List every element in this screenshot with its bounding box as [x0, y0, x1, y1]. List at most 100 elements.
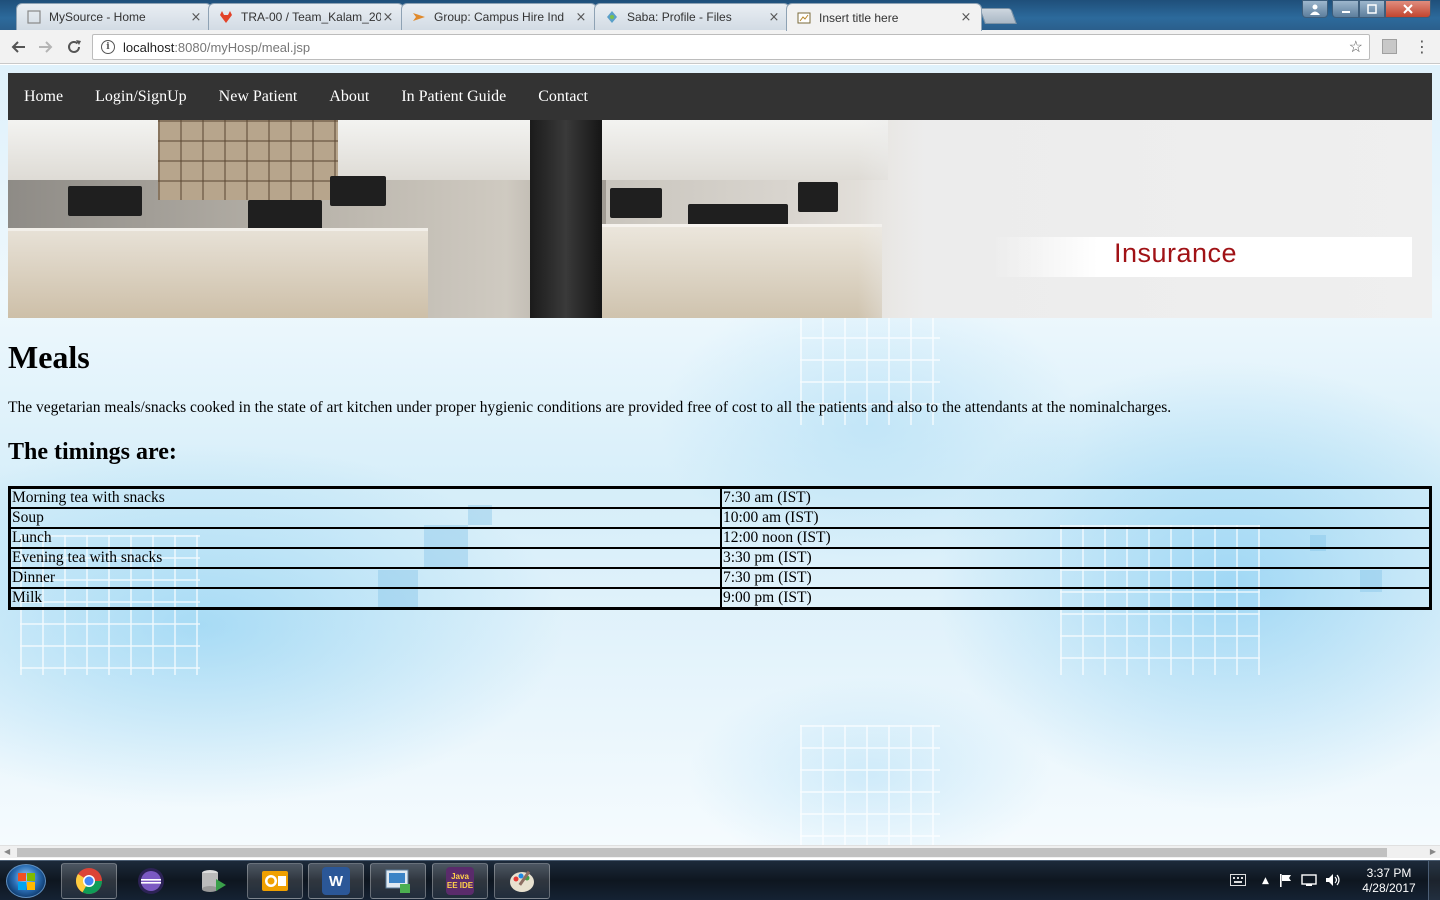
- meal-cell: Morning tea with snacks: [10, 488, 721, 508]
- tab-close-icon[interactable]: ×: [767, 10, 781, 25]
- keyboard-icon[interactable]: [1230, 873, 1246, 889]
- window-controls: [1302, 0, 1431, 18]
- time-cell: 10:00 am (IST): [721, 508, 1430, 528]
- scroll-left-icon[interactable]: ◀: [4, 847, 10, 856]
- reload-icon[interactable]: [64, 37, 84, 57]
- start-button[interactable]: [6, 864, 46, 898]
- browser-tab-strip: MySource - Home × TRA-00 / Team_Kalam_20…: [0, 0, 1440, 31]
- nav-link-new-patient[interactable]: New Patient: [203, 73, 314, 120]
- time-cell: 7:30 pm (IST): [721, 568, 1430, 588]
- clock-date: 4/28/2017: [1362, 881, 1416, 895]
- top-navigation-bar: Home Login/SignUp New Patient About In P…: [8, 73, 1432, 120]
- banner-fade: [858, 120, 1432, 318]
- url-path: :8080/myHosp/meal.jsp: [174, 39, 311, 55]
- show-hidden-icons-icon[interactable]: ▲: [1262, 876, 1269, 886]
- table-row: Soup 10:00 am (IST): [10, 508, 1430, 528]
- browser-tab[interactable]: Group: Campus Hire Ind ×: [401, 3, 597, 30]
- maximize-button[interactable]: [1359, 0, 1385, 18]
- table-row: Evening tea with snacks 3:30 pm (IST): [10, 548, 1430, 568]
- chrome-menu-icon[interactable]: ⋮: [1414, 37, 1430, 56]
- gitlab-favicon-icon: [219, 10, 233, 24]
- info-icon[interactable]: i: [101, 40, 115, 54]
- banner-monitor: [248, 200, 322, 230]
- meals-description: The vegetarian meals/snacks cooked in th…: [8, 399, 1172, 416]
- tab-close-icon[interactable]: ×: [381, 10, 395, 25]
- banner-monitor: [330, 176, 386, 206]
- background-grid-decoration: [800, 725, 940, 845]
- chrome-icon[interactable]: [61, 863, 117, 899]
- network-icon[interactable]: [1301, 873, 1317, 890]
- campus-favicon-icon: [412, 10, 426, 24]
- table-row: Lunch 12:00 noon (IST): [10, 528, 1430, 548]
- close-window-button[interactable]: [1385, 0, 1431, 18]
- tab-title: Insert title here: [819, 10, 899, 25]
- extension-icon[interactable]: [1382, 39, 1397, 54]
- page-favicon-icon: [797, 11, 811, 25]
- taskbar-clock[interactable]: 3:37 PM 4/28/2017: [1356, 866, 1422, 896]
- action-center-flag-icon[interactable]: [1279, 873, 1293, 890]
- meal-cell: Dinner: [10, 568, 721, 588]
- tab-close-icon[interactable]: ×: [574, 10, 588, 25]
- windows-taskbar: W Java EE IDE ▲ 3:37 PM 4/28/2017: [0, 860, 1440, 900]
- table-row: Milk 9:00 pm (IST): [10, 588, 1430, 608]
- new-tab-button[interactable]: [979, 8, 1017, 24]
- time-cell: 7:30 am (IST): [721, 488, 1430, 508]
- meal-cell: Evening tea with snacks: [10, 548, 721, 568]
- volume-icon[interactable]: [1325, 873, 1341, 890]
- java-ee-ide-label: Java EE IDE: [446, 867, 474, 895]
- meal-cell: Milk: [10, 588, 721, 608]
- database-icon[interactable]: [185, 863, 241, 899]
- insurance-label: Insurance: [1114, 238, 1238, 268]
- windows-logo-icon: [18, 873, 35, 890]
- clock-time: 3:37 PM: [1366, 866, 1412, 880]
- tab-title: TRA-00 / Team_Kalam_20: [241, 10, 381, 24]
- bookmark-star-icon[interactable]: ☆: [1349, 37, 1363, 57]
- nav-link-login-signup[interactable]: Login/SignUp: [79, 73, 203, 120]
- saba-favicon-icon: [605, 10, 619, 24]
- show-desktop-button[interactable]: [1428, 861, 1440, 900]
- tab-close-icon[interactable]: ×: [959, 10, 973, 25]
- java-ee-ide-icon[interactable]: Java EE IDE: [432, 863, 488, 899]
- browser-tab[interactable]: TRA-00 / Team_Kalam_20 ×: [208, 3, 404, 30]
- table-row: Morning tea with snacks 7:30 am (IST): [10, 488, 1430, 508]
- tab-close-icon[interactable]: ×: [189, 10, 203, 25]
- tab-title: Group: Campus Hire Ind: [434, 10, 565, 24]
- nav-link-about[interactable]: About: [313, 73, 385, 120]
- time-cell: 12:00 noon (IST): [721, 528, 1430, 548]
- time-cell: 9:00 pm (IST): [721, 588, 1430, 608]
- browser-tab[interactable]: MySource - Home ×: [16, 3, 212, 30]
- nav-link-in-patient-guide[interactable]: In Patient Guide: [385, 73, 522, 120]
- page-viewport: Home Login/SignUp New Patient About In P…: [0, 65, 1440, 845]
- remote-desktop-icon[interactable]: [370, 863, 426, 899]
- nav-link-contact[interactable]: Contact: [522, 73, 604, 120]
- nav-link-home[interactable]: Home: [8, 73, 79, 120]
- outlook-icon[interactable]: [247, 863, 303, 899]
- forward-arrow-icon[interactable]: [36, 37, 56, 57]
- browser-tab[interactable]: Saba: Profile - Files ×: [594, 3, 790, 30]
- user-profile-icon[interactable]: [1302, 0, 1328, 18]
- word-icon[interactable]: W: [308, 863, 364, 899]
- browser-tab-active[interactable]: Insert title here ×: [786, 3, 982, 31]
- word-letter: W: [322, 867, 350, 895]
- banner-shelf: [158, 120, 338, 200]
- banner-counter: [8, 228, 428, 318]
- minimize-button[interactable]: [1332, 0, 1359, 18]
- time-cell: 3:30 pm (IST): [721, 548, 1430, 568]
- banner-monitor: [68, 186, 142, 216]
- back-arrow-icon[interactable]: [8, 37, 28, 57]
- meal-cell: Soup: [10, 508, 721, 528]
- scrollbar-thumb[interactable]: [17, 848, 1387, 857]
- banner-counter: [602, 224, 882, 318]
- banner-monitor: [610, 188, 662, 218]
- tab-title: Saba: Profile - Files: [627, 10, 732, 24]
- page-title: Meals: [8, 339, 90, 375]
- paint-icon[interactable]: [494, 863, 550, 899]
- eclipse-icon[interactable]: [123, 863, 179, 899]
- tab-title: MySource - Home: [49, 10, 146, 24]
- horizontal-scrollbar[interactable]: ◀ ▶: [0, 845, 1440, 858]
- meal-timings-table: Morning tea with snacks 7:30 am (IST) So…: [8, 486, 1432, 610]
- browser-toolbar: i localhost:8080/myHosp/meal.jsp ☆: [0, 30, 1440, 64]
- scroll-right-icon[interactable]: ▶: [1430, 847, 1436, 856]
- address-bar[interactable]: i localhost:8080/myHosp/meal.jsp ☆: [92, 34, 1370, 60]
- mysource-favicon-icon: [27, 10, 41, 24]
